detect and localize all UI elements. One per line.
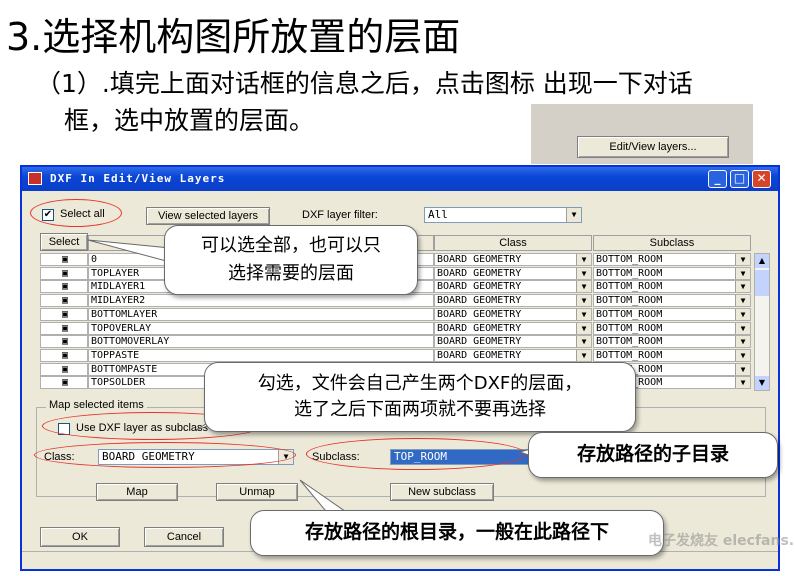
dxf-tip-line2: 选了之后下面两项就不要再选择 bbox=[294, 399, 546, 420]
subdir-callout: 存放路径的子目录 bbox=[528, 432, 778, 478]
rootdir-callout: 存放路径的根目录，一般在此路径下 bbox=[250, 510, 664, 556]
dxf-tip-line1: 勾选，文件会自己产生两个DXF的层面， bbox=[257, 373, 583, 394]
watermark: 电子发烧友 elecfans.com bbox=[648, 533, 794, 549]
dxf-tip-callout: 勾选，文件会自己产生两个DXF的层面， 选了之后下面两项就不要再选择 bbox=[204, 362, 636, 432]
select-tip-line1: 可以选全部，也可以只 bbox=[201, 235, 381, 256]
select-tip-line2: 选择需要的层面 bbox=[228, 263, 354, 284]
select-tip-callout: 可以选全部，也可以只 选择需要的层面 bbox=[164, 225, 418, 295]
